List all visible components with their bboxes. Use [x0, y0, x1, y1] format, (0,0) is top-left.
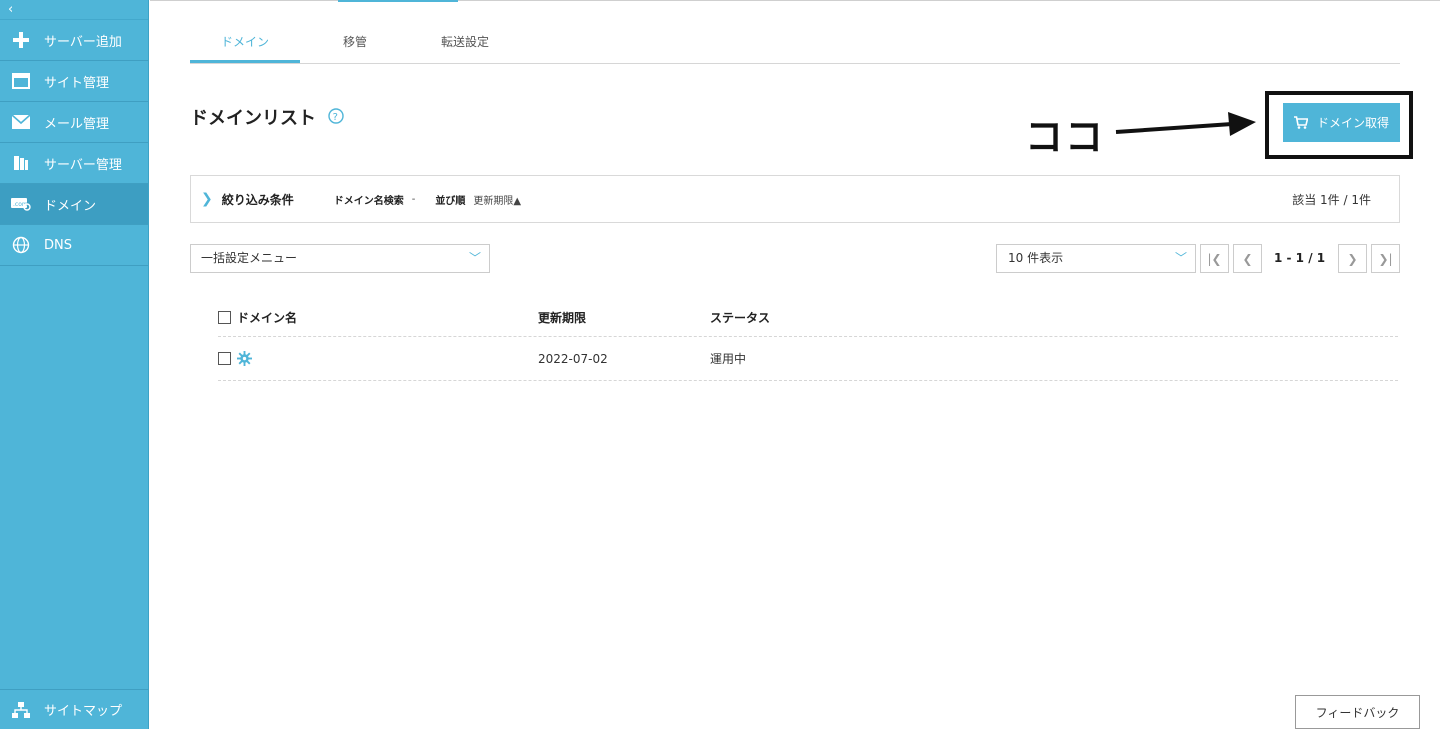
tab-transfer[interactable]: 移管 — [300, 22, 410, 63]
tab-bar: ドメイン 移管 転送設定 — [190, 22, 1400, 64]
filter-search-key: ドメイン名検索 — [333, 195, 404, 207]
tab-forwarding[interactable]: 転送設定 — [410, 22, 520, 63]
sidebar-item-server[interactable]: サーバー管理 — [0, 143, 148, 184]
bulk-settings-label: 一括設定メニュー — [201, 251, 298, 265]
table-header-row: ドメイン名 更新期限 ステータス — [218, 298, 1398, 337]
sidebar-item-server-add[interactable]: サーバー追加 — [0, 20, 148, 61]
sitemap-icon — [11, 700, 31, 720]
domain-table: ドメイン名 更新期限 ステータス 2022-07-02 運用中 — [218, 298, 1398, 381]
last-page-icon: ❯| — [1378, 251, 1393, 266]
domain-icon: .com — [11, 194, 31, 214]
sidebar-item-label: サイト管理 — [44, 75, 110, 91]
filter-sort-key: 並び順 — [435, 195, 466, 207]
svg-text:?: ? — [333, 112, 338, 123]
first-page-icon: |❮ — [1207, 251, 1222, 266]
chevron-left-icon: ❮ — [1242, 251, 1253, 266]
filter-label: 絞り込み条件 — [221, 192, 294, 207]
first-page-button[interactable]: |❮ — [1200, 244, 1229, 273]
header-domain: ドメイン名 — [237, 310, 298, 325]
prev-page-button[interactable]: ❮ — [1233, 244, 1262, 273]
sidebar-collapse-button[interactable]: ‹ — [0, 0, 148, 20]
annotation-label: ココ — [1025, 115, 1106, 159]
per-page-label: 10 件表示 — [1008, 251, 1064, 265]
chevron-down-icon: ﹀ — [468, 251, 481, 265]
row-checkbox[interactable] — [218, 352, 231, 365]
result-count: 該当 1件 / 1件 — [1292, 192, 1371, 207]
chevron-right-icon[interactable]: ❯ — [201, 191, 213, 207]
sidebar-item-label: ドメイン — [44, 198, 97, 214]
sidebar-item-domain[interactable]: .com ドメイン — [0, 184, 148, 225]
page-title: ドメインリスト — [190, 108, 316, 129]
sidebar-item-site[interactable]: サイト管理 — [0, 61, 148, 102]
per-page-select[interactable]: 10 件表示 ﹀ — [996, 244, 1196, 273]
globe-icon — [11, 235, 31, 255]
sidebar-item-sitemap[interactable]: サイトマップ — [0, 689, 149, 729]
window-icon — [11, 71, 31, 91]
top-accent-line — [338, 0, 458, 2]
sidebar: ‹ サーバー追加 サイト管理 メール管理 サーバー管理 .com ドメイン DN… — [0, 0, 149, 729]
main-content: ドメイン 移管 転送設定 ドメインリスト ? ココ ドメイン取得 ❯ 絞り込み条… — [150, 0, 1440, 729]
sidebar-item-label: サーバー追加 — [44, 34, 122, 50]
expiry-cell: 2022-07-02 — [538, 351, 608, 366]
server-icon — [11, 153, 31, 173]
select-all-checkbox[interactable] — [218, 310, 231, 324]
sidebar-item-mail[interactable]: メール管理 — [0, 102, 148, 143]
sidebar-item-label: サーバー管理 — [44, 157, 122, 173]
cart-icon — [1293, 116, 1308, 129]
table-row: 2022-07-02 運用中 — [218, 337, 1398, 381]
chevron-right-icon: ❯ — [1347, 251, 1358, 266]
plus-icon — [11, 30, 31, 50]
next-page-button[interactable]: ❯ — [1338, 244, 1367, 273]
filter-sort-value: 更新期限▲ — [473, 195, 522, 207]
pager-info: 1 - 1 / 1 — [1274, 251, 1326, 265]
get-domain-label: ドメイン取得 — [1316, 116, 1389, 130]
annotation-arrow-icon — [1115, 112, 1256, 136]
sidebar-item-label: サイトマップ — [44, 704, 123, 719]
gear-icon[interactable] — [237, 351, 252, 366]
help-icon[interactable]: ? — [328, 108, 344, 128]
filter-bar[interactable]: ❯ 絞り込み条件 ドメイン名検索 - 並び順 更新期限▲ 該当 1件 / 1件 — [190, 175, 1400, 223]
status-cell: 運用中 — [710, 352, 747, 366]
header-expiry: 更新期限 — [538, 310, 587, 325]
chevron-down-icon: ﹀ — [1174, 251, 1187, 265]
mail-icon — [11, 112, 31, 132]
sidebar-item-label: DNS — [44, 237, 72, 253]
feedback-button[interactable]: フィードバック — [1295, 695, 1420, 729]
bulk-settings-select[interactable]: 一括設定メニュー ﹀ — [190, 244, 490, 273]
sidebar-item-label: メール管理 — [44, 116, 110, 132]
last-page-button[interactable]: ❯| — [1371, 244, 1400, 273]
sidebar-item-dns[interactable]: DNS — [0, 225, 148, 266]
get-domain-button[interactable]: ドメイン取得 — [1283, 103, 1400, 142]
filter-search-value: - — [411, 193, 416, 205]
tab-domain[interactable]: ドメイン — [190, 22, 300, 63]
header-status: ステータス — [710, 310, 771, 325]
